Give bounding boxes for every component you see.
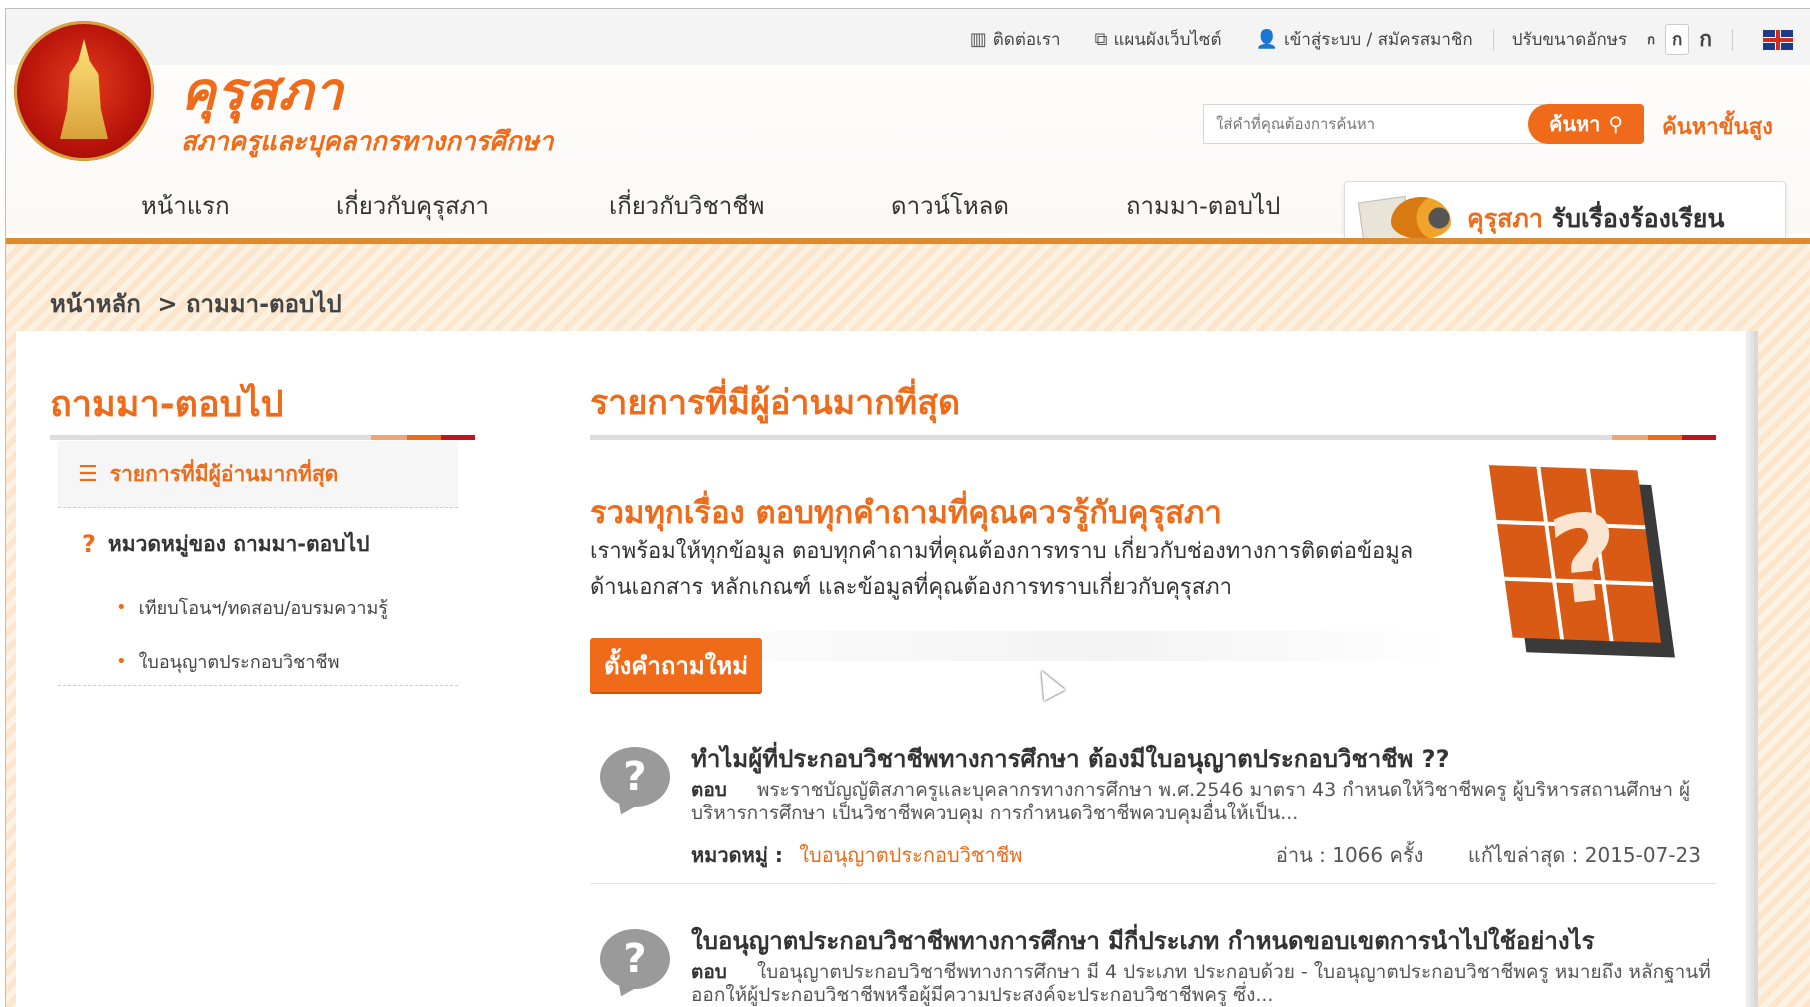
- sitemap-link[interactable]: ⧉ แผนผังเว็บไซต์: [1095, 26, 1222, 53]
- intro-line: ด้านเอกสาร หลักเกณฑ์ และข้อมูลที่คุณต้อง…: [590, 575, 1233, 600]
- search-button[interactable]: ค้นหา ⚲: [1528, 104, 1644, 144]
- category-link[interactable]: ใบอนุญาตประกอบวิชาชีพ: [799, 843, 1022, 867]
- page-title: รายการที่มีผู้อ่านมากที่สุด: [590, 383, 961, 423]
- login-label: เข้าสู่ระบบ / สมัครสมาชิก: [1283, 30, 1473, 50]
- divider: [58, 685, 458, 686]
- search-button-label: ค้นหา: [1548, 112, 1601, 136]
- question-title-link[interactable]: ทำไมผู้ที่ประกอบวิชาชีพทางการศึกษา ต้องม…: [691, 739, 1450, 778]
- search-icon: ⚲: [1608, 112, 1624, 136]
- intro-line: เราพร้อมให้ทุกข้อมูล ตอบทุกคำถามที่คุณต้…: [590, 539, 1414, 564]
- breadcrumb: หน้าหลัก > ถามมา-ตอบไป: [50, 284, 342, 323]
- nav-profession[interactable]: เกี่ยวกับวิชาชีพ: [609, 186, 764, 225]
- english-flag-icon[interactable]: [1763, 29, 1793, 50]
- sidebar-category-header: ? หมวดหมู่ของ ถามมา-ตอบไป: [58, 521, 458, 567]
- kurusapha-emblem-logo[interactable]: [14, 21, 154, 161]
- complaint-text: รับเรื่องร้องเรียน: [1551, 204, 1725, 233]
- sidebar-subitem-label: เทียบโอนฯ/ทดสอบ/อบรมความรู้: [138, 598, 388, 619]
- last-updated: แก้ไขล่าสุด : 2015-07-23: [1467, 843, 1701, 867]
- question-title-link[interactable]: ใบอนุญาตประกอบวิชาชีพทางการศึกษา มีกี่ปร…: [691, 921, 1595, 960]
- sidebar-item-label: รายการที่มีผู้อ่านมากที่สุด: [109, 461, 339, 486]
- complaint-brand: คุรุสภา: [1467, 204, 1543, 233]
- font-small-button[interactable]: ก: [1647, 29, 1655, 50]
- question-answer: ตอบ ใบอนุญาตประกอบวิชาชีพทางการศึกษา มี 4…: [691, 961, 1711, 1007]
- sidebar-subitem-transfer[interactable]: • เทียบโอนฯ/ทดสอบ/อบรมความรู้: [116, 593, 388, 622]
- sitemap-label: แผนผังเว็บไซต์: [1113, 30, 1222, 50]
- title-underline: [590, 435, 1716, 440]
- font-size-control: ปรับขนาดอักษร ก ก ก: [1512, 23, 1712, 56]
- browser-viewport: ▥ ติดต่อเรา ⧉ แผนผังเว็บไซต์ 👤 เข้าสู่ระ…: [5, 8, 1810, 1007]
- answer-label: ตอบ: [691, 961, 727, 983]
- nav-faq[interactable]: ถามมา-ตอบไป: [1126, 186, 1280, 225]
- font-medium-button[interactable]: ก: [1664, 24, 1690, 55]
- site-header: ▥ ติดต่อเรา ⧉ แผนผังเว็บไซต์ 👤 เข้าสู่ระ…: [6, 9, 1810, 257]
- main-nav: หน้าแรก เกี่ยวกับคุรุสภา เกี่ยวกับวิชาชี…: [6, 177, 1336, 233]
- category-label: หมวดหมู่ :: [691, 843, 783, 867]
- question-bubble-icon: ?: [600, 747, 670, 807]
- read-count: อ่าน : 1066 ครั้ง: [1275, 843, 1424, 867]
- divider: [590, 883, 1716, 884]
- contact-link[interactable]: ▥ ติดต่อเรา: [970, 26, 1061, 53]
- top-links: ▥ ติดต่อเรา ⧉ แผนผังเว็บไซต์ 👤 เข้าสู่ระ…: [936, 23, 1793, 56]
- category-header-label: หมวดหมู่ของ ถามมา-ตอบไป: [107, 531, 370, 556]
- sidebar-title: ถามมา-ตอบไป: [50, 384, 284, 425]
- advanced-search-link[interactable]: ค้นหาขั้นสูง: [1662, 109, 1773, 144]
- sidebar-subitem-label: ใบอนุญาตประกอบวิชาชีพ: [138, 652, 340, 673]
- breadcrumb-current: > ถามมา-ตอบไป: [157, 290, 342, 318]
- sitemap-icon: ⧉: [1094, 29, 1108, 50]
- bullet-icon: •: [116, 651, 127, 672]
- nav-home[interactable]: หน้าแรก: [141, 186, 230, 225]
- sidebar-item-most-read[interactable]: ☰ รายการที่มีผู้อ่านมากที่สุด: [58, 441, 458, 508]
- login-link[interactable]: 👤 เข้าสู่ระบบ / สมัครสมาชิก: [1256, 26, 1473, 53]
- complaint-label: คุรุสภา รับเรื่องร้องเรียน: [1467, 199, 1725, 239]
- intro-text: เราพร้อมให้ทุกข้อมูล ตอบทุกคำถามที่คุณต้…: [590, 534, 1450, 606]
- sidebar-subitem-license[interactable]: • ใบอนุญาตประกอบวิชาชีพ: [116, 647, 340, 676]
- answer-text: พระราชบัญญัติสภาครูและบุคลากรทางการศึกษา…: [691, 779, 1691, 824]
- answer-text: ใบอนุญาตประกอบวิชาชีพทางการศึกษา มี 4 ปร…: [691, 961, 1711, 1006]
- font-size-label: ปรับขนาดอักษร: [1511, 30, 1628, 50]
- question-cube-icon: ?: [1470, 451, 1690, 681]
- intro-heading: รวมทุกเรื่อง ตอบทุกคำถามที่คุณควรรู้กับค…: [590, 495, 1222, 531]
- question-answer: ตอบ พระราชบัญญัติสภาครูและบุคลากรทางการศึ…: [691, 779, 1711, 825]
- bullet-icon: •: [116, 597, 127, 618]
- answer-label: ตอบ: [691, 779, 727, 801]
- sidebar-title-underline: [50, 435, 475, 440]
- logo-title[interactable]: คุรุสภา: [181, 49, 344, 132]
- question-bubble-icon: ?: [600, 929, 670, 989]
- question-icon: ?: [82, 530, 96, 558]
- question-meta: หมวดหมู่ : ใบอนุญาตประกอบวิชาชีพ อ่าน : …: [691, 839, 1701, 871]
- list-icon: ☰: [78, 461, 98, 487]
- new-question-button[interactable]: ตั้งคำถามใหม่: [590, 638, 762, 692]
- divider: [1492, 28, 1494, 51]
- breadcrumb-home[interactable]: หน้าหลัก: [50, 290, 141, 318]
- contact-book-icon: ▥: [969, 29, 987, 50]
- logo-subtitle: สภาครูและบุคลากรทางการศึกษา: [181, 127, 554, 157]
- divider: [1732, 28, 1733, 51]
- question-stats: อ่าน : 1066 ครั้ง แก้ไขล่าสุด : 2015-07-…: [1276, 839, 1701, 871]
- nav-about[interactable]: เกี่ยวกับคุรุสภา: [336, 186, 489, 225]
- user-icon: 👤: [1255, 29, 1278, 50]
- font-large-button[interactable]: ก: [1699, 23, 1712, 56]
- nav-download[interactable]: ดาวน์โหลด: [891, 186, 1009, 225]
- contact-label: ติดต่อเรา: [992, 30, 1061, 50]
- search-input[interactable]: [1203, 104, 1543, 144]
